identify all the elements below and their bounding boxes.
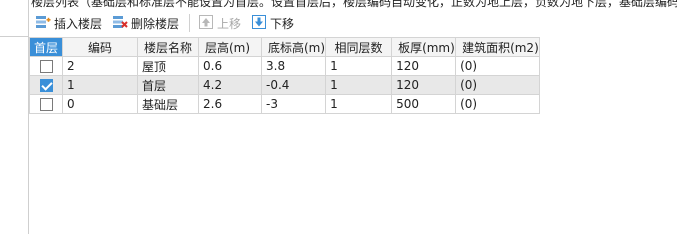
column-header-code[interactable]: 编码 — [62, 37, 138, 57]
bottom-elevation-cell[interactable]: -0.4 — [260, 75, 327, 95]
column-header-floor-name[interactable]: 楼层名称 — [137, 37, 199, 57]
column-header-floor-height[interactable]: 层高(m) — [198, 37, 262, 57]
same-floor-count-cell[interactable]: 1 — [325, 75, 393, 95]
first-floor-checkbox[interactable] — [39, 98, 53, 111]
same-floor-count-cell[interactable]: 1 — [325, 94, 393, 114]
building-area-cell[interactable]: (0) — [455, 56, 540, 76]
delete-floor-icon — [112, 14, 128, 33]
move-down-label: 下移 — [270, 16, 295, 31]
slab-thickness-cell[interactable]: 120 — [391, 56, 457, 76]
floor-height-cell[interactable]: 4.2 — [198, 75, 262, 95]
delete-floor-button[interactable]: 删除楼层 — [112, 14, 179, 33]
slab-thickness-cell[interactable]: 120 — [391, 75, 457, 95]
floor-list-panel: 楼层列表（基础层和标准层不能设置为首层。设置首层后，楼层编码自动变化，正数为地上… — [29, 0, 677, 234]
insert-floor-button[interactable]: 插入楼层 — [35, 14, 102, 33]
floor-name-cell[interactable]: 首层 — [137, 75, 199, 95]
column-header-slab-thickness[interactable]: 板厚(mm) — [391, 37, 457, 57]
bottom-elevation-cell[interactable]: -3 — [260, 94, 327, 114]
slab-thickness-cell[interactable]: 500 — [391, 94, 457, 114]
floor-list-info-text: 楼层列表（基础层和标准层不能设置为首层。设置首层后，楼层编码自动变化，正数为地上… — [31, 0, 677, 9]
floor-name-cell[interactable]: 屋顶 — [137, 56, 199, 76]
building-area-cell[interactable]: (0) — [455, 75, 540, 95]
first-floor-cell[interactable] — [29, 75, 63, 95]
insert-floor-icon — [35, 14, 51, 33]
arrow-up-icon — [198, 14, 214, 33]
floor-height-cell[interactable]: 0.6 — [198, 56, 262, 76]
first-floor-checkbox[interactable] — [39, 60, 53, 73]
move-down-button[interactable]: 下移 — [251, 14, 294, 33]
toolbar-separator — [189, 14, 191, 32]
insert-floor-label: 插入楼层 — [54, 16, 103, 31]
left-panel-divider — [0, 36, 28, 37]
floor-toolbar: 插入楼层 删除楼层 上移 下移 — [29, 10, 677, 36]
left-panel-strip — [0, 0, 29, 234]
column-header-building-area[interactable]: 建筑面积(m2) — [455, 37, 540, 57]
move-up-label: 上移 — [217, 16, 242, 31]
arrow-down-icon — [251, 14, 267, 33]
same-floor-count-cell[interactable]: 1 — [325, 56, 393, 76]
delete-floor-label: 删除楼层 — [131, 16, 180, 31]
code-cell[interactable]: 0 — [62, 94, 138, 114]
column-header-bottom-elevation[interactable]: 底标高(m) — [260, 37, 327, 57]
floor-name-cell[interactable]: 基础层 — [137, 94, 199, 114]
table-row[interactable]: 2 屋顶 0.6 3.8 1 120 (0) — [29, 56, 540, 76]
floor-table: 首层 编码 楼层名称 层高(m) 底标高(m) 相同层数 板厚(mm) 建筑面积… — [29, 37, 540, 114]
first-floor-checkbox[interactable] — [39, 79, 53, 92]
move-up-button[interactable]: 上移 — [198, 14, 241, 33]
table-header-row: 首层 编码 楼层名称 层高(m) 底标高(m) 相同层数 板厚(mm) 建筑面积… — [29, 37, 540, 57]
first-floor-cell[interactable] — [29, 94, 63, 114]
floor-height-cell[interactable]: 2.6 — [198, 94, 262, 114]
table-row[interactable]: 1 首层 4.2 -0.4 1 120 (0) — [29, 75, 540, 95]
bottom-elevation-cell[interactable]: 3.8 — [260, 56, 327, 76]
code-cell[interactable]: 2 — [62, 56, 138, 76]
building-area-cell[interactable]: (0) — [455, 94, 540, 114]
column-header-same-floor-count[interactable]: 相同层数 — [325, 37, 393, 57]
code-cell[interactable]: 1 — [62, 75, 138, 95]
table-row[interactable]: 0 基础层 2.6 -3 1 500 (0) — [29, 94, 540, 114]
column-header-first-floor[interactable]: 首层 — [29, 37, 63, 57]
first-floor-cell[interactable] — [29, 56, 63, 76]
